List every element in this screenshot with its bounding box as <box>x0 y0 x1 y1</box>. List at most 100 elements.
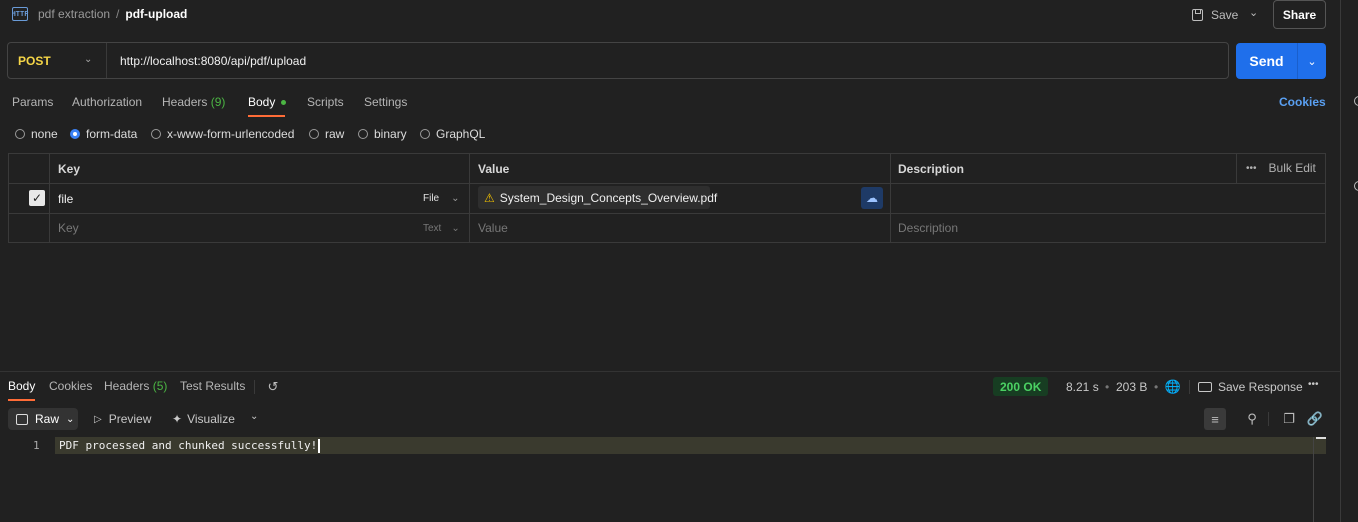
cookies-link[interactable]: Cookies <box>1279 95 1326 109</box>
cloud-upload-icon[interactable]: ☁ <box>861 187 883 209</box>
description-input[interactable]: Description <box>898 221 958 235</box>
radio-graphql[interactable]: GraphQL <box>420 127 485 141</box>
chevron-down-icon: ⌄ <box>451 193 460 204</box>
column-header-key: Key <box>58 162 81 176</box>
save-response-button[interactable]: Save Response <box>1198 380 1303 394</box>
radio-label: raw <box>325 127 345 141</box>
save-button[interactable]: Save <box>1192 6 1238 24</box>
toolbar-divider <box>1189 380 1190 394</box>
response-body-text[interactable]: PDF processed and chunked successfully! <box>59 439 321 453</box>
info-icon[interactable] <box>1354 96 1358 106</box>
history-icon[interactable]: ↺ <box>262 376 284 398</box>
chevron-down-icon[interactable]: ⌄ <box>1249 6 1258 19</box>
raw-icon <box>16 413 28 425</box>
right-sidebar-rail <box>1340 0 1358 522</box>
search-icon[interactable]: ⚲ <box>1241 408 1263 430</box>
copy-icon[interactable]: ❐ <box>1278 408 1300 430</box>
body-indicator-dot <box>281 100 287 106</box>
radio-label: none <box>31 127 58 141</box>
status-badge[interactable]: 200 OK <box>993 377 1049 396</box>
response-tab-headers[interactable]: Headers (5) <box>104 379 167 393</box>
url-input[interactable]: http://localhost:8080/api/pdf/upload <box>120 54 306 68</box>
more-horizontal-icon[interactable]: ••• <box>1308 379 1319 390</box>
response-tab-cookies[interactable]: Cookies <box>49 379 92 393</box>
share-button[interactable]: Share <box>1273 0 1326 29</box>
column-header-description: Description <box>898 162 965 176</box>
url-divider <box>106 43 107 78</box>
warning-icon: ⚠ <box>484 190 495 205</box>
tab-scripts[interactable]: Scripts <box>307 95 344 109</box>
meta-separator: • <box>1154 380 1159 394</box>
scrollbar[interactable] <box>1313 437 1314 522</box>
radio-label: GraphQL <box>436 127 486 141</box>
radio-label: form-data <box>86 127 138 141</box>
type-select[interactable]: File ⌄ <box>423 193 460 204</box>
response-size[interactable]: 203 B <box>1116 380 1147 394</box>
table-divider <box>469 153 470 243</box>
type-select-value: File <box>423 193 440 204</box>
wrap-lines-icon[interactable]: ≡ <box>1204 408 1226 430</box>
table-divider <box>1236 153 1237 183</box>
history-icon[interactable] <box>1354 181 1358 191</box>
table-divider <box>890 153 891 243</box>
table-divider <box>8 213 1326 214</box>
value-input[interactable]: Value <box>478 221 508 235</box>
type-select[interactable]: Text ⌄ <box>423 223 460 234</box>
tab-headers-label: Headers <box>162 95 208 109</box>
tab-params[interactable]: Params <box>12 95 53 109</box>
scrollbar-thumb[interactable] <box>1316 437 1326 439</box>
radio-circle <box>309 129 319 139</box>
tab-settings[interactable]: Settings <box>364 95 407 109</box>
raw-label: Raw <box>35 412 60 426</box>
file-name: System_Design_Concepts_Overview.pdf <box>499 190 718 205</box>
radio-raw[interactable]: raw <box>309 127 344 141</box>
link-icon[interactable]: 🔗 <box>1304 408 1326 430</box>
radio-form-data[interactable]: form-data <box>70 127 137 141</box>
radio-binary[interactable]: binary <box>358 127 407 141</box>
key-input[interactable]: Key <box>58 221 79 235</box>
row-enabled-checkbox[interactable]: ✓ <box>29 190 45 206</box>
tab-body[interactable]: Body <box>248 95 287 109</box>
response-time[interactable]: 8.21 s <box>1066 380 1099 394</box>
globe-icon[interactable]: 🌐 <box>1162 376 1184 398</box>
send-button[interactable]: Send <box>1236 43 1297 79</box>
breadcrumb-collection[interactable]: pdf extraction <box>38 7 110 21</box>
response-tab-body[interactable]: Body <box>8 379 35 393</box>
tab-authorization[interactable]: Authorization <box>72 95 142 109</box>
type-select-value: Text <box>423 223 442 234</box>
response-tab-test-results[interactable]: Test Results <box>180 379 245 393</box>
save-response-label: Save Response <box>1218 380 1303 394</box>
key-field[interactable]: file <box>58 192 73 206</box>
preview-label: Preview <box>108 412 152 426</box>
radio-none[interactable]: none <box>15 127 58 141</box>
more-horizontal-icon: ••• <box>1246 162 1257 174</box>
method-select[interactable]: POST <box>18 54 51 68</box>
bulk-edit-button[interactable]: ••• Bulk Edit <box>1246 161 1316 175</box>
radio-urlencoded[interactable]: x-www-form-urlencoded <box>151 127 294 141</box>
tab-headers[interactable]: Headers (9) <box>162 95 225 109</box>
http-request-icon: HTTP <box>12 7 28 21</box>
chevron-down-icon[interactable]: ⌄ <box>250 411 258 422</box>
radio-label: x-www-form-urlencoded <box>167 127 295 141</box>
bulk-edit-label: Bulk Edit <box>1268 161 1316 175</box>
radio-circle <box>358 129 368 139</box>
response-tab-headers-count: (5) <box>152 379 168 393</box>
table-divider <box>49 153 50 243</box>
visualize-button[interactable]: ✦ Visualize <box>172 412 235 426</box>
raw-format-select[interactable]: Raw ⌄ <box>8 408 78 430</box>
response-divider <box>0 371 1340 372</box>
active-tab-underline <box>8 399 35 401</box>
file-chip[interactable]: ⚠ System_Design_Concepts_Overview.pdf <box>478 186 717 209</box>
chevron-down-icon[interactable]: ⌄ <box>84 54 92 65</box>
preview-button[interactable]: ▷ Preview <box>94 412 151 426</box>
breadcrumb: pdf extraction / pdf-upload <box>38 7 187 21</box>
radio-circle <box>420 129 430 139</box>
chevron-down-icon: ⌄ <box>451 223 460 234</box>
send-options-chevron-icon[interactable]: ⌄ <box>1297 43 1326 79</box>
text-cursor <box>318 439 321 453</box>
breadcrumb-request-name[interactable]: pdf-upload <box>125 7 187 21</box>
radio-circle <box>151 129 161 139</box>
visualize-label: Visualize <box>187 412 235 426</box>
tab-body-label: Body <box>248 95 276 109</box>
save-response-icon <box>1198 382 1212 392</box>
